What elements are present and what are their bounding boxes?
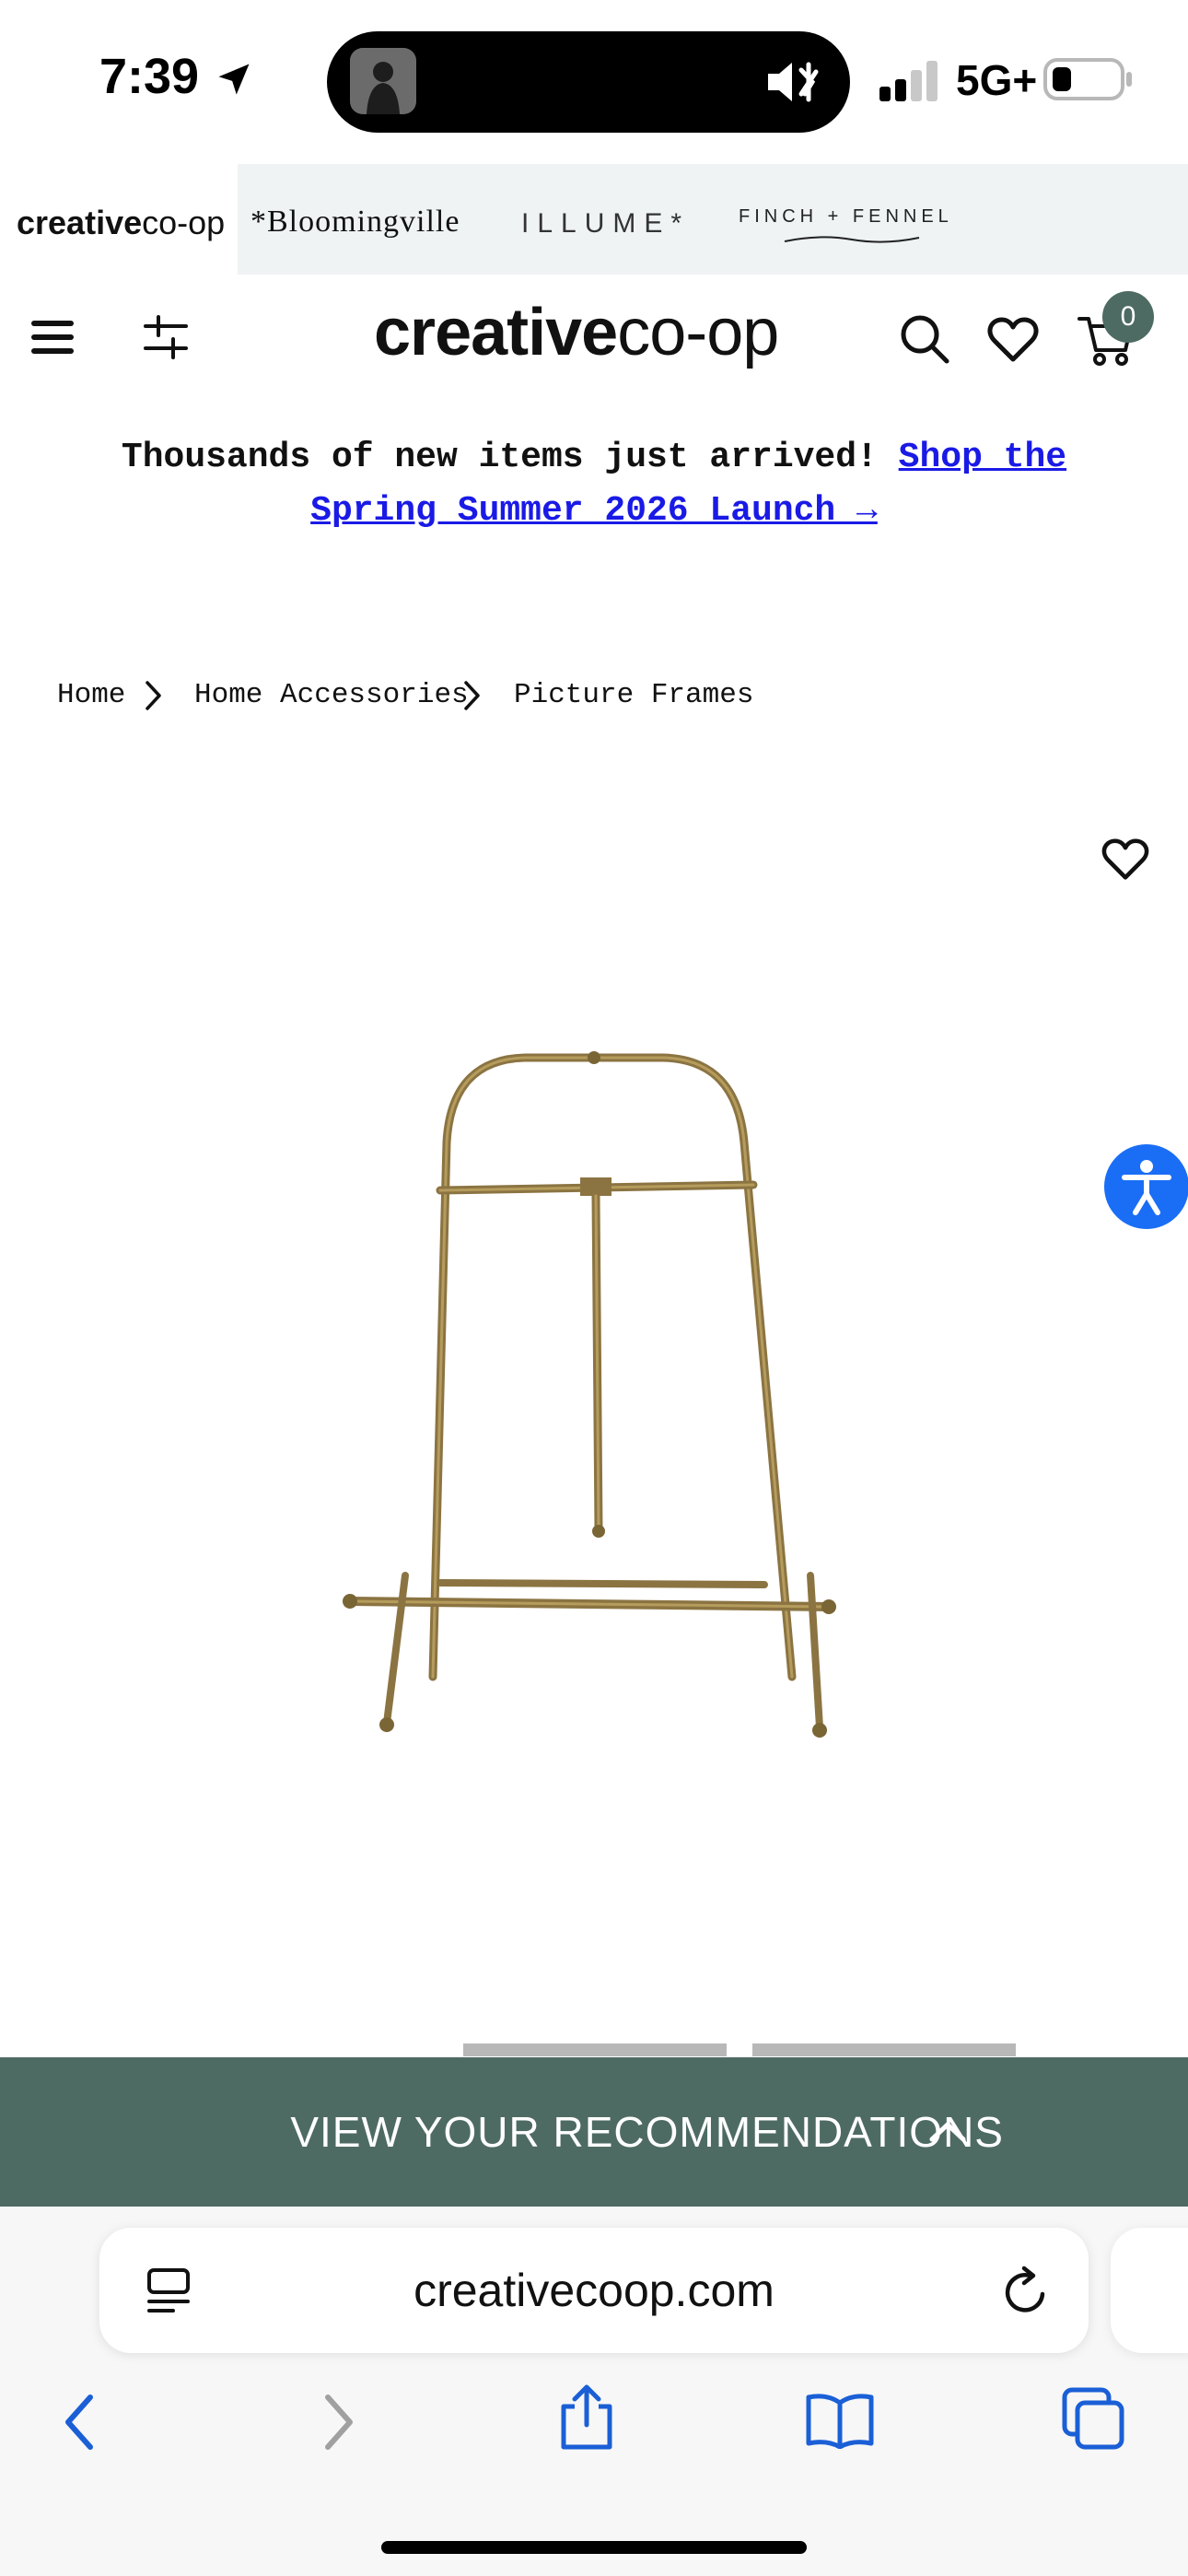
signal-bars-icon xyxy=(879,61,938,101)
brand-link-creative-coop[interactable]: creativeco-op xyxy=(17,204,225,242)
silent-mode-icon xyxy=(768,62,819,102)
accessibility-person-icon xyxy=(1122,1160,1171,1215)
network-type: 5G+ xyxy=(956,56,1038,104)
battery-icon xyxy=(1043,58,1132,100)
carousel-thumbnail[interactable] xyxy=(463,2043,727,2056)
product-wishlist-heart-icon[interactable] xyxy=(1101,838,1149,881)
logo-bold-text: creative xyxy=(374,296,618,369)
announcement-text: Thousands of new items just arrived! xyxy=(121,438,878,477)
brand-link-illume[interactable]: ILLUME* xyxy=(521,208,690,240)
location-arrow-icon xyxy=(218,64,250,95)
breadcrumb-chevron-icon xyxy=(464,681,480,710)
share-icon[interactable] xyxy=(556,2383,617,2453)
wishlist-heart-icon[interactable] xyxy=(987,317,1039,363)
breadcrumb-home-accessories[interactable]: Home Accessories xyxy=(194,679,469,711)
finch-fennel-swoosh xyxy=(784,236,920,243)
chevron-up-icon[interactable] xyxy=(926,2117,969,2145)
reload-icon[interactable] xyxy=(1002,2265,1052,2318)
tabs-icon[interactable] xyxy=(1061,2386,1125,2451)
accessibility-button[interactable] xyxy=(1104,1144,1188,1229)
breadcrumb-picture-frames: Picture Frames xyxy=(514,679,754,711)
back-icon[interactable] xyxy=(61,2394,98,2451)
home-indicator xyxy=(381,2541,807,2554)
recommendations-label[interactable]: VIEW YOUR RECOMMENDATIONS xyxy=(0,2057,1004,2207)
search-icon[interactable] xyxy=(899,313,950,365)
logo-light-text: co-op xyxy=(617,296,779,369)
status-time: 7:39 xyxy=(99,48,199,105)
now-playing-thumbnail xyxy=(350,48,416,114)
bookmarks-icon[interactable] xyxy=(805,2392,875,2449)
announcement-banner: Thousands of new items just arrived! Sho… xyxy=(55,431,1133,538)
next-tab-peek[interactable] xyxy=(1111,2228,1188,2353)
breadcrumb-home[interactable]: Home xyxy=(57,679,125,711)
product-image-brass-easel[interactable] xyxy=(332,1041,856,1760)
url-text[interactable]: creativecoop.com xyxy=(99,2228,1089,2353)
brand-link-finch-fennel[interactable]: FINCH + FENNEL xyxy=(739,206,953,228)
cart-count-badge: 0 xyxy=(1102,291,1154,343)
filter-sliders-icon[interactable] xyxy=(144,313,188,361)
carousel-thumbnail[interactable] xyxy=(752,2043,1016,2056)
brand-creative-light: co-op xyxy=(142,204,226,241)
brand-link-bloomingville[interactable]: *Bloomingville xyxy=(250,205,460,240)
status-time-text: 7:39 xyxy=(99,49,200,104)
brand-creative-bold: creative xyxy=(17,204,143,241)
breadcrumb-chevron-icon xyxy=(146,681,161,710)
forward-icon[interactable] xyxy=(320,2394,357,2451)
hamburger-menu-icon[interactable] xyxy=(31,319,74,356)
site-logo[interactable]: creativeco-op xyxy=(374,295,779,370)
